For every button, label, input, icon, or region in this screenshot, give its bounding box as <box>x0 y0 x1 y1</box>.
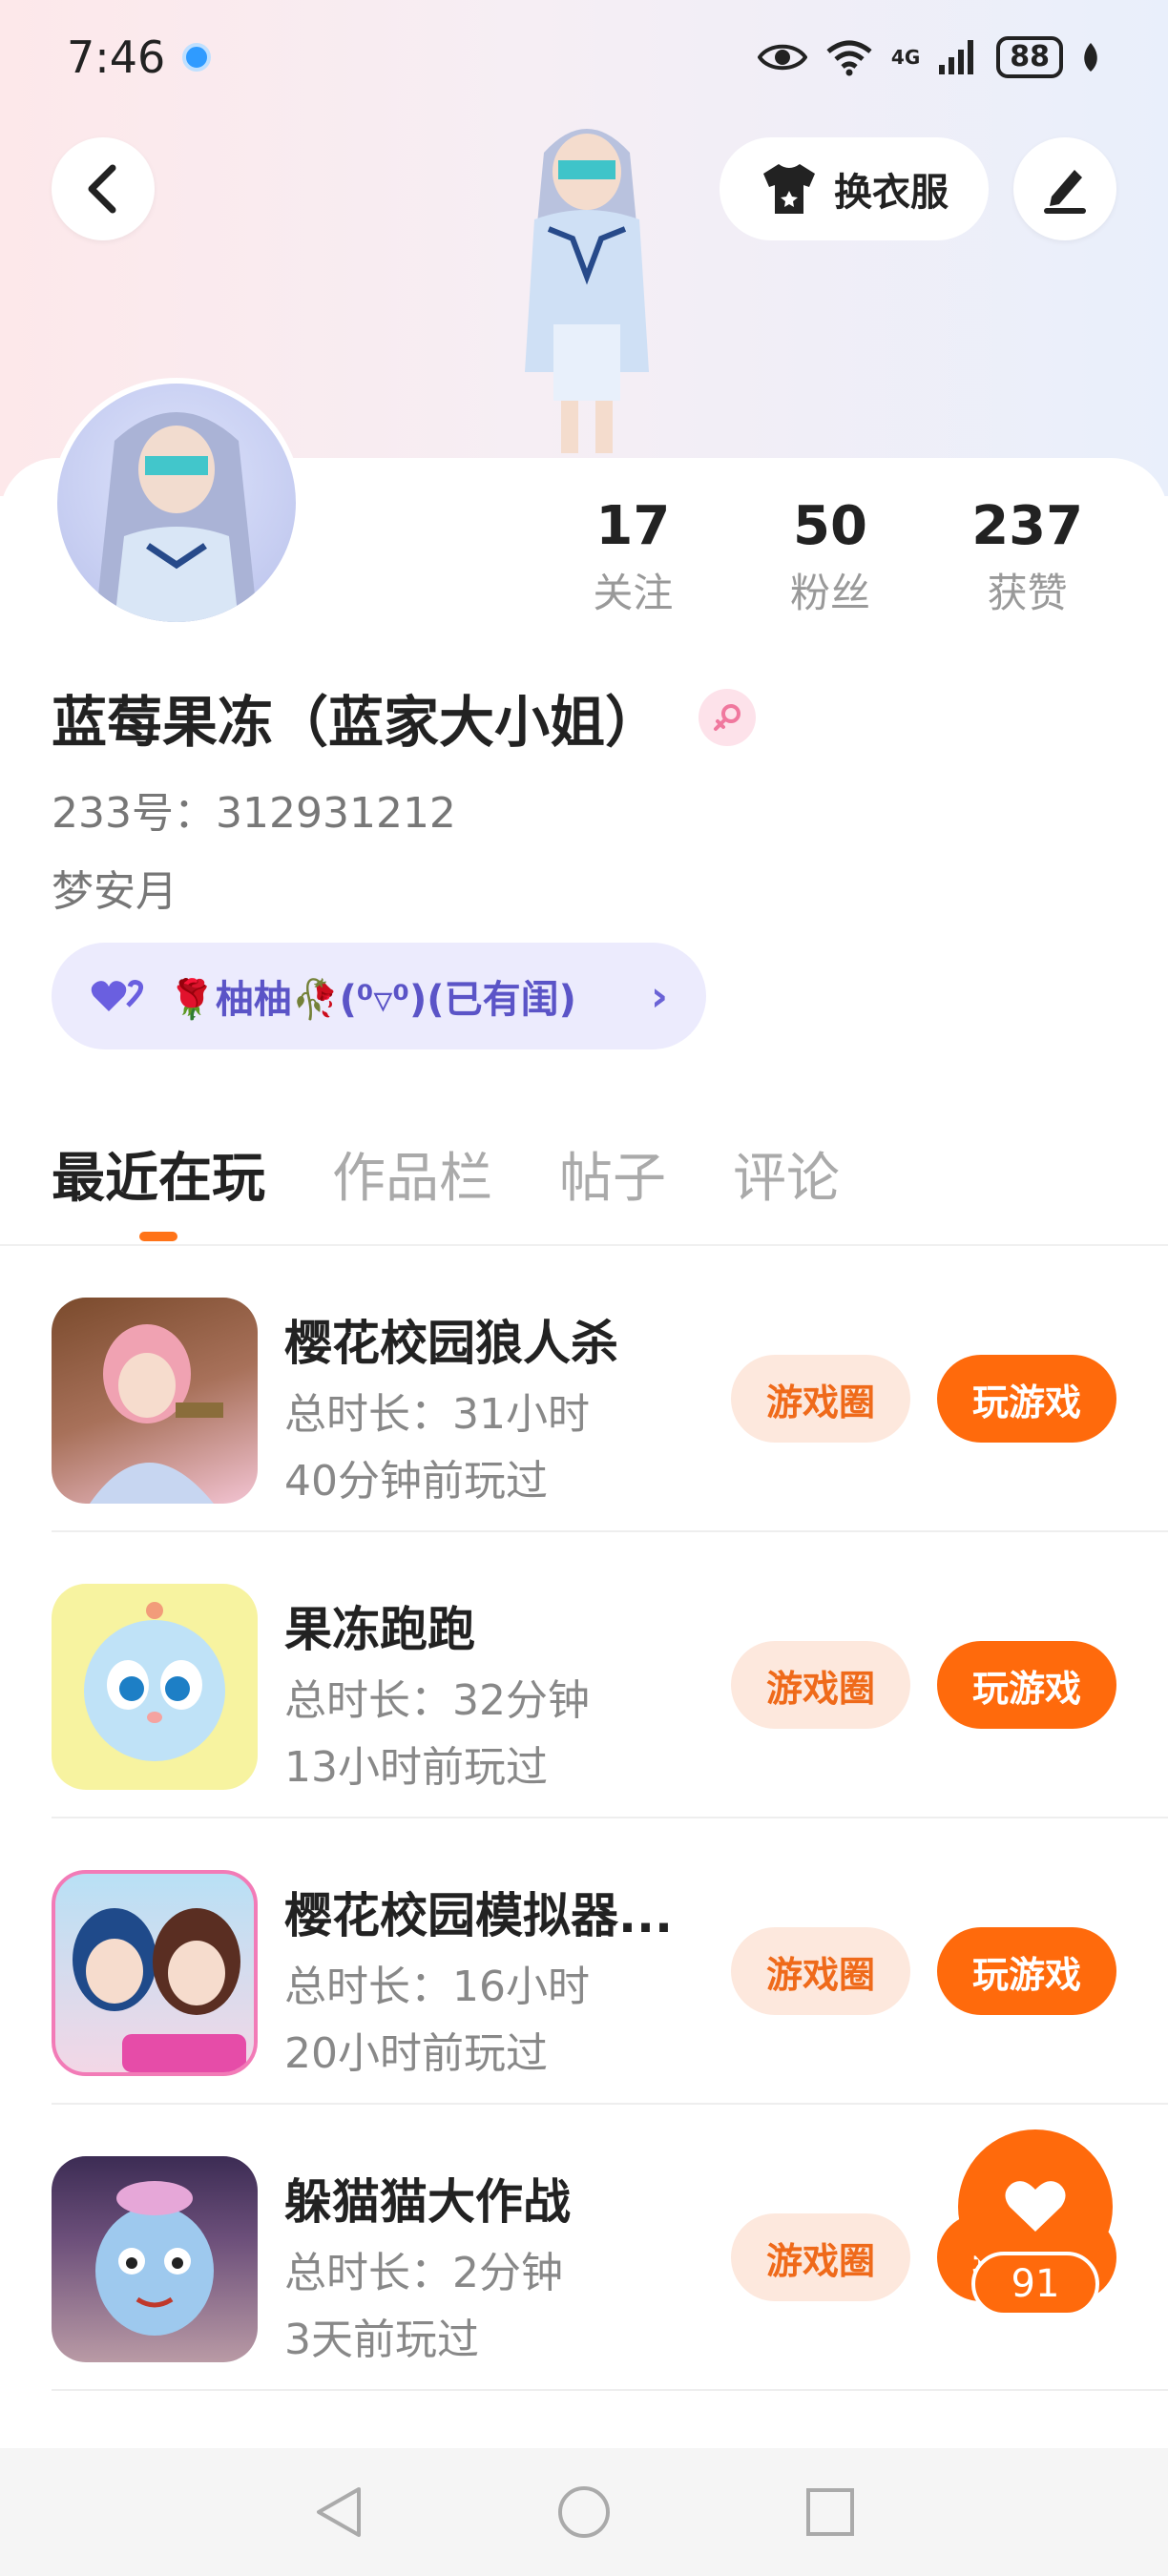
stat-value: 50 <box>793 495 867 557</box>
game-icon <box>52 2156 258 2362</box>
game-last-played: 20小时前玩过 <box>284 2029 548 2078</box>
battery-level: 88 <box>996 36 1063 78</box>
game-last-played: 13小时前玩过 <box>284 1743 548 1792</box>
nickname: 蓝莓果冻（蓝家大小姐） <box>52 690 661 755</box>
stat-label: 粉丝 <box>790 570 871 616</box>
game-last-played: 40分钟前玩过 <box>284 1457 548 1506</box>
game-duration: 总时长：31小时 <box>284 1390 590 1439</box>
game-circle-button[interactable]: 游戏圈 <box>731 1927 910 2015</box>
avatar-3d-figure <box>525 129 649 453</box>
signal-icon <box>939 40 974 74</box>
game-icon <box>52 1870 258 2076</box>
game-circle-button[interactable]: 游戏圈 <box>731 2213 910 2301</box>
game-icon <box>52 1298 258 1504</box>
leaf-icon <box>1084 43 1097 72</box>
game-duration: 总时长：16小时 <box>284 1963 590 2011</box>
back-button[interactable] <box>52 137 155 240</box>
double-heart-icon <box>91 980 144 1011</box>
play-game-button[interactable]: 玩游戏 <box>937 1641 1116 1729</box>
stat-followers[interactable]: 50 粉丝 <box>732 488 929 632</box>
game-row[interactable]: 樱花校园模拟器... 总时长：16小时 20小时前玩过 游戏圈 玩游戏 <box>0 1818 1168 2105</box>
user-id: 233号：312931212 <box>52 789 456 838</box>
heart-icon <box>1005 2181 1066 2232</box>
status-time: 7:46 <box>67 31 166 83</box>
stat-value: 237 <box>971 495 1084 557</box>
row-divider <box>52 2389 1168 2391</box>
tab-label: 帖子 <box>559 1148 666 1210</box>
stat-label: 获赞 <box>987 570 1068 616</box>
change-outfit-label: 换衣服 <box>834 171 949 215</box>
play-game-button[interactable]: 玩游戏 <box>937 1927 1116 2015</box>
status-time-group: 7:46 <box>67 31 212 83</box>
game-icon <box>52 1584 258 1790</box>
profile-stats: 17 关注 50 粉丝 237 获赞 <box>534 488 1126 632</box>
nickname-row: 蓝莓果冻（蓝家大小姐） <box>52 677 757 758</box>
back-triangle-icon[interactable] <box>311 2483 365 2541</box>
game-row[interactable]: 果冻跑跑 总时长：32分钟 13小时前玩过 游戏圈 玩游戏 <box>0 1532 1168 1818</box>
relationship-text: 🌹柚柚🥀(⁰▿⁰)(已有闺) <box>168 978 576 1022</box>
notification-dot-icon <box>182 43 212 72</box>
game-last-played: 3天前玩过 <box>284 2316 479 2364</box>
eye-icon <box>757 44 807 71</box>
tab-recently-played[interactable]: 最近在玩 <box>52 1135 265 1241</box>
signature: 梦安月 <box>52 867 177 916</box>
tab-label: 作品栏 <box>332 1148 492 1210</box>
game-circle-button[interactable]: 游戏圈 <box>731 1641 910 1729</box>
game-title: 躲猫猫大作战 <box>284 2174 571 2230</box>
change-outfit-button[interactable]: 换衣服 <box>720 137 989 240</box>
tab-works[interactable]: 作品栏 <box>332 1135 492 1241</box>
game-title: 樱花校园狼人杀 <box>284 1316 618 1371</box>
stat-value: 17 <box>595 495 671 557</box>
avatar[interactable] <box>52 378 302 628</box>
game-title: 樱花校园模拟器... <box>284 1888 673 1943</box>
female-gender-icon <box>699 689 757 746</box>
home-circle-icon[interactable] <box>555 2483 613 2541</box>
stat-likes[interactable]: 237 获赞 <box>928 488 1126 632</box>
tshirt-icon <box>763 164 815 214</box>
network-type: 4G <box>890 46 921 69</box>
edit-profile-button[interactable] <box>1013 137 1116 240</box>
avatar-image <box>57 384 296 622</box>
chevron-left-icon <box>88 164 116 214</box>
play-game-button[interactable]: 玩游戏 <box>937 1355 1116 1443</box>
tab-posts[interactable]: 帖子 <box>559 1135 666 1241</box>
game-title: 果冻跑跑 <box>284 1602 475 1657</box>
stat-following[interactable]: 17 关注 <box>534 488 732 632</box>
game-duration: 总时长：2分钟 <box>284 2249 563 2297</box>
tab-comments[interactable]: 评论 <box>733 1135 840 1241</box>
pen-icon <box>1044 170 1086 214</box>
chevron-right-icon: › <box>650 971 668 1021</box>
game-row[interactable]: 樱花校园狼人杀 总时长：31小时 40分钟前玩过 游戏圈 玩游戏 <box>0 1246 1168 1532</box>
recents-square-icon[interactable] <box>803 2485 857 2539</box>
tab-active-indicator <box>139 1232 177 1241</box>
game-circle-button[interactable]: 游戏圈 <box>731 1355 910 1443</box>
profile-tabs: 最近在玩 作品栏 帖子 评论 <box>52 1135 840 1241</box>
stat-label: 关注 <box>593 570 674 616</box>
status-icons: 4G 88 <box>757 36 1101 78</box>
avatar-figure-icon <box>95 412 258 622</box>
wifi-icon <box>826 40 872 76</box>
status-bar: 7:46 4G 88 <box>0 0 1168 114</box>
tab-label: 评论 <box>733 1148 840 1210</box>
like-count: 91 <box>971 2252 1099 2316</box>
relationship-pill[interactable]: 🌹柚柚🥀(⁰▿⁰)(已有闺) › <box>52 943 706 1049</box>
game-duration: 总时长：32分钟 <box>284 1676 590 1725</box>
system-navigation-bar <box>0 2448 1168 2576</box>
tab-label: 最近在玩 <box>52 1148 265 1210</box>
